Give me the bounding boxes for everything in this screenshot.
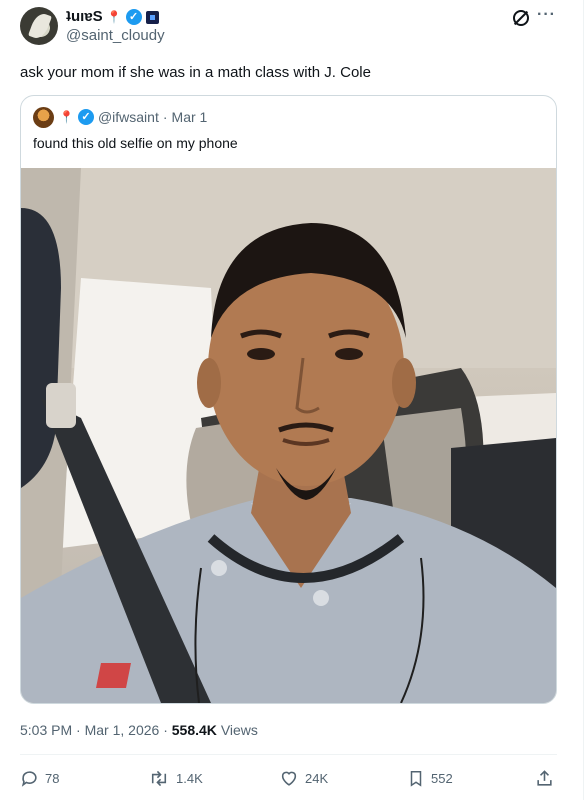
repost-count: 1.4K bbox=[176, 770, 203, 786]
quoted-tweet-text: found this old selfie on my phone bbox=[33, 135, 238, 151]
quoted-pin-emoji-icon: 📍 bbox=[59, 110, 74, 124]
reply-count: 78 bbox=[45, 770, 60, 786]
bookmark-button[interactable]: 552 bbox=[407, 768, 453, 788]
quoted-separator: · bbox=[162, 109, 168, 125]
author-display-name[interactable]: ʇuıɐS bbox=[66, 8, 103, 26]
meta-separator: · bbox=[76, 722, 81, 738]
share-button[interactable] bbox=[535, 768, 554, 788]
share-icon bbox=[537, 769, 552, 786]
verified-badge-icon[interactable]: ✓ bbox=[125, 9, 142, 25]
tweet-meta: 5:03 PM · Mar 1, 2026 · 558.4K Views bbox=[20, 721, 258, 739]
meta-separator: · bbox=[163, 722, 168, 738]
bookmark-count: 552 bbox=[431, 770, 453, 786]
quoted-photo[interactable] bbox=[21, 168, 556, 703]
quoted-tweet[interactable]: 📍 ✓ @ifwsaint · Mar 1 found this old sel… bbox=[20, 95, 557, 704]
views-label: Views bbox=[220, 722, 258, 738]
more-icon[interactable]: ··· bbox=[537, 6, 556, 24]
bookmark-icon bbox=[410, 770, 422, 787]
views-count[interactable]: 558.4K bbox=[172, 722, 217, 738]
heart-icon bbox=[281, 771, 297, 786]
grok-icon[interactable] bbox=[513, 10, 529, 26]
quoted-author-avatar[interactable] bbox=[33, 107, 54, 128]
selfie-photo-illustration bbox=[21, 168, 556, 703]
divider bbox=[20, 754, 557, 755]
affiliate-badge-icon[interactable] bbox=[145, 10, 159, 24]
quoted-author-line: 📍 ✓ @ifwsaint · Mar 1 bbox=[59, 108, 207, 126]
like-count: 24K bbox=[305, 770, 329, 786]
author-line: ʇuıɐS 📍 ✓ bbox=[66, 8, 159, 26]
reply-button[interactable]: 78 bbox=[20, 768, 59, 788]
quoted-date[interactable]: Mar 1 bbox=[172, 108, 208, 126]
quoted-verified-badge-icon: ✓ bbox=[77, 109, 94, 125]
tweet-time[interactable]: 5:03 PM bbox=[20, 722, 72, 738]
pin-emoji-icon: 📍 bbox=[106, 10, 122, 24]
like-button[interactable]: 24K bbox=[279, 768, 328, 788]
tweet-date[interactable]: Mar 1, 2026 bbox=[85, 722, 160, 738]
author-avatar[interactable] bbox=[20, 7, 58, 45]
repost-button[interactable]: 1.4K bbox=[148, 768, 203, 788]
quoted-author-handle[interactable]: @ifwsaint bbox=[98, 108, 159, 126]
tweet-card: ʇuıɐS 📍 ✓ @saint_cloudy ··· ask your mom… bbox=[0, 0, 584, 800]
author-handle[interactable]: @saint_cloudy bbox=[66, 27, 165, 45]
reply-icon bbox=[21, 770, 37, 787]
tweet-text: ask your mom if she was in a math class … bbox=[20, 64, 371, 81]
repost-icon bbox=[151, 770, 167, 786]
